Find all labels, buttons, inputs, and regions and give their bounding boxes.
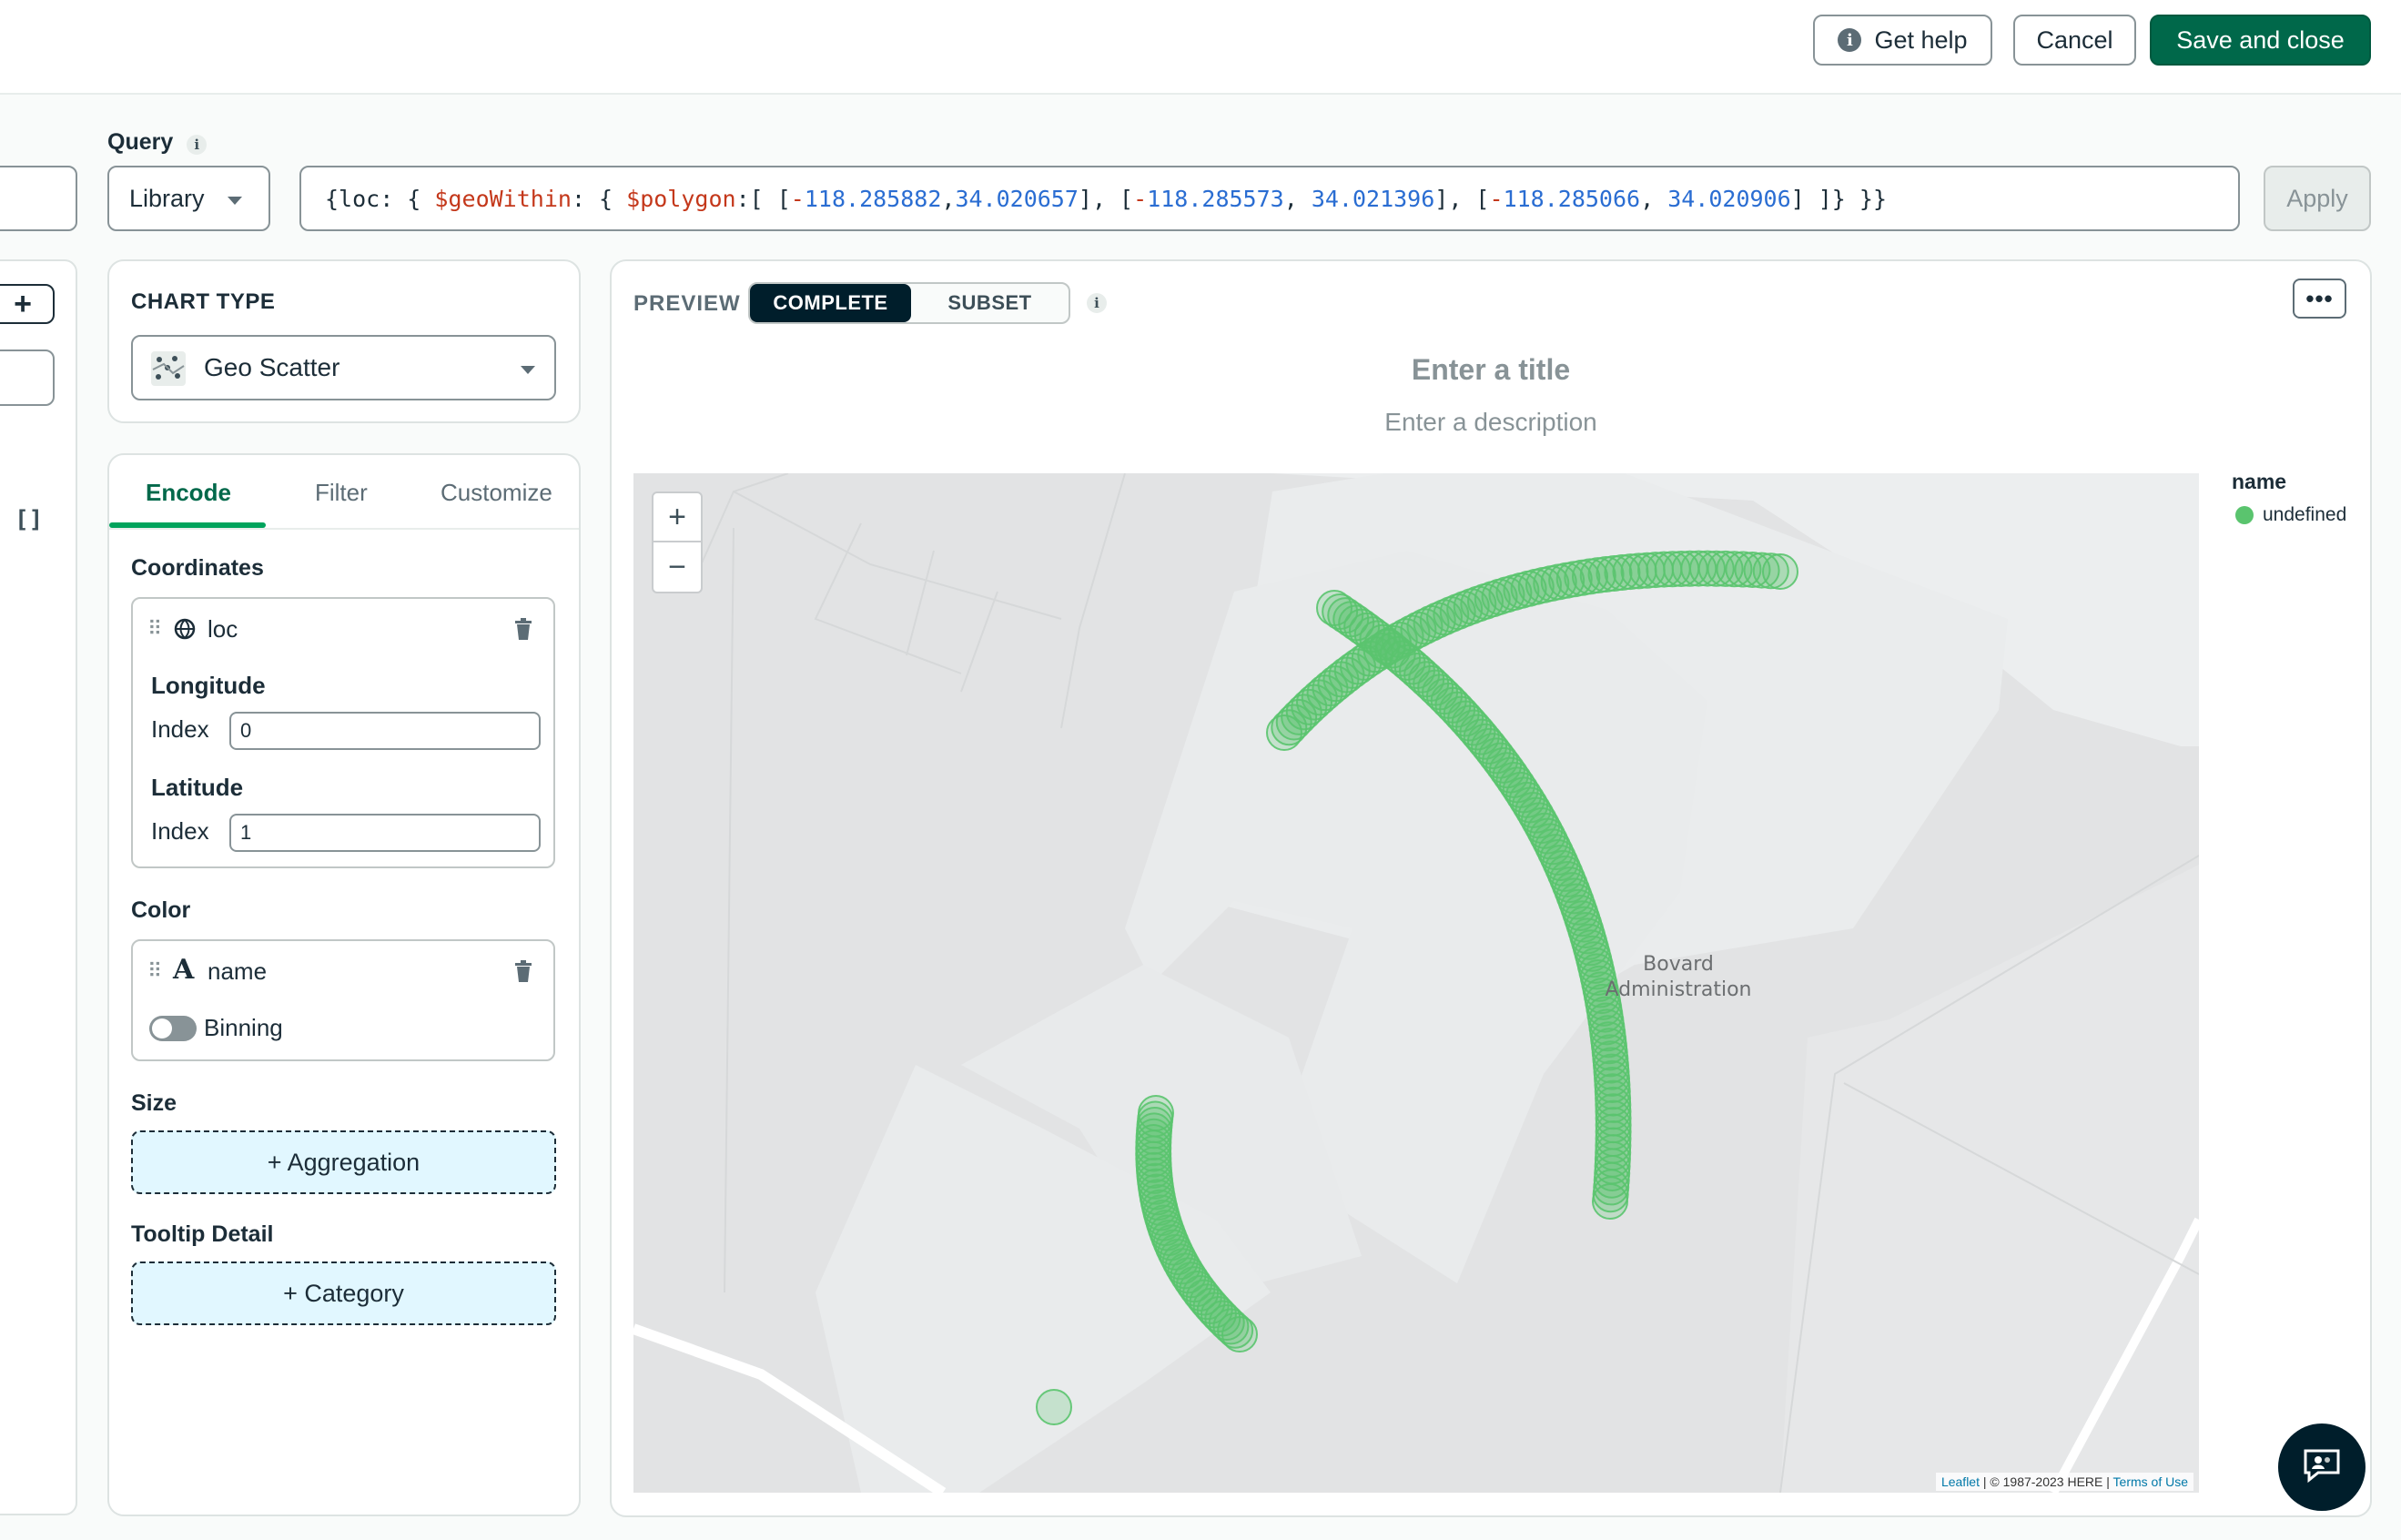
- string-field-icon: A: [173, 954, 195, 986]
- preview-info-icon[interactable]: i: [1087, 293, 1107, 313]
- zoom-control: + −: [652, 491, 703, 593]
- geo-scatter-icon: [151, 351, 186, 386]
- latitude-index-label: Index: [151, 817, 209, 845]
- get-help-button[interactable]: i Get help: [1813, 15, 1992, 66]
- map-place-label-1: Bovard: [1643, 953, 1714, 976]
- binning-label: Binning: [204, 1014, 283, 1041]
- drag-handle-icon[interactable]: ⠿: [147, 959, 162, 983]
- chevron-down-icon: [521, 366, 535, 374]
- category-dropzone[interactable]: + Category: [131, 1261, 556, 1325]
- top-bar: i Get help Cancel Save and close: [0, 0, 2401, 95]
- legend-swatch: [2235, 506, 2254, 524]
- left-stub-field[interactable]: [0, 166, 77, 231]
- library-dropdown[interactable]: Library: [107, 166, 270, 231]
- chart-description-placeholder[interactable]: Enter a description: [1183, 408, 1798, 437]
- tab-filter[interactable]: Filter: [315, 479, 368, 507]
- size-heading: Size: [131, 1090, 177, 1116]
- scatter-point[interactable]: [1592, 1183, 1628, 1220]
- get-help-label: Get help: [1874, 25, 1968, 54]
- query-text: {loc: { $geoWithin: { $polygon:[ [-118.2…: [325, 185, 1888, 212]
- aggregation-dropzone[interactable]: + Aggregation: [131, 1130, 556, 1194]
- tab-encode[interactable]: Encode: [146, 479, 231, 507]
- geo-field-icon: [173, 617, 197, 645]
- scatter-point[interactable]: [1036, 1389, 1072, 1425]
- chart-type-dropdown[interactable]: Geo Scatter: [131, 335, 556, 400]
- add-field-button[interactable]: +: [0, 284, 55, 324]
- longitude-index-label: Index: [151, 715, 209, 743]
- chart-title-placeholder[interactable]: Enter a title: [1183, 353, 1798, 387]
- coordinates-heading: Coordinates: [131, 555, 264, 581]
- fields-panel: [0, 259, 77, 1515]
- fields-search-input[interactable]: [0, 350, 55, 406]
- active-tab-indicator: [109, 522, 266, 528]
- library-label: Library: [129, 184, 205, 212]
- color-field-name: name: [208, 957, 268, 985]
- zoom-out-button[interactable]: −: [653, 542, 701, 592]
- latitude-index-input[interactable]: 1: [229, 814, 541, 852]
- legend-item-label: undefined: [2263, 504, 2347, 525]
- complete-mode-button[interactable]: COMPLETE: [750, 284, 911, 322]
- zoom-in-button[interactable]: +: [653, 493, 701, 542]
- subset-mode-button[interactable]: SUBSET: [911, 284, 1069, 322]
- longitude-index-input[interactable]: 0: [229, 712, 541, 750]
- tooltip-detail-heading: Tooltip Detail: [131, 1221, 274, 1247]
- color-field-box: ⠿ A name Binning: [131, 939, 555, 1061]
- array-field-icon: []: [15, 506, 44, 533]
- map-attribution: Leaflet | © 1987-2023 HERE | Terms of Us…: [1935, 1473, 2193, 1491]
- chat-icon: [2302, 1447, 2342, 1488]
- map-place-label-2: Administration: [1606, 978, 1752, 1001]
- scatter-point[interactable]: [1221, 1316, 1258, 1353]
- binning-toggle[interactable]: [149, 1016, 197, 1041]
- latitude-heading: Latitude: [151, 774, 244, 801]
- attribution-text: | © 1987-2023 HERE |: [1982, 1474, 2110, 1489]
- map-canvas: Bovard Administration: [633, 473, 2199, 1493]
- delete-icon[interactable]: [513, 959, 532, 982]
- save-and-close-button[interactable]: Save and close: [2150, 15, 2371, 66]
- drag-handle-icon[interactable]: ⠿: [147, 617, 162, 641]
- color-heading: Color: [131, 897, 191, 923]
- query-label: Query i: [107, 129, 208, 156]
- chevron-down-icon: [228, 197, 242, 205]
- encode-tabs: Encode Filter Customize: [109, 455, 579, 530]
- coordinates-field-name: loc: [208, 615, 238, 643]
- preview-label: PREVIEW: [633, 291, 741, 316]
- geo-scatter-map[interactable]: Bovard Administration + − Leaflet | © 19…: [633, 473, 2199, 1493]
- legend-item[interactable]: undefined: [2235, 504, 2346, 526]
- coordinates-field-box: ⠿ loc Longitude Index 0 Latitude Index 1: [131, 597, 555, 868]
- chart-type-selected: Geo Scatter: [204, 353, 340, 381]
- preview-mode-toggle: COMPLETE SUBSET: [748, 282, 1070, 324]
- chat-support-button[interactable]: [2278, 1423, 2366, 1511]
- terms-of-use-link[interactable]: Terms of Use: [2113, 1474, 2188, 1489]
- cancel-button[interactable]: Cancel: [2013, 15, 2136, 66]
- query-input[interactable]: {loc: { $geoWithin: { $polygon:[ [-118.2…: [299, 166, 2240, 231]
- tab-customize[interactable]: Customize: [441, 479, 552, 507]
- query-label-text: Query: [107, 129, 174, 155]
- apply-button[interactable]: Apply: [2264, 166, 2371, 231]
- legend-title: name: [2232, 470, 2287, 493]
- query-info-icon[interactable]: i: [187, 135, 208, 155]
- leaflet-link[interactable]: Leaflet: [1941, 1474, 1980, 1489]
- scatter-point[interactable]: [1762, 553, 1798, 590]
- info-icon: i: [1838, 28, 1862, 52]
- chart-type-title: CHART TYPE: [131, 289, 276, 314]
- longitude-heading: Longitude: [151, 672, 266, 699]
- more-options-button[interactable]: •••: [2293, 279, 2346, 319]
- delete-icon[interactable]: [513, 617, 532, 640]
